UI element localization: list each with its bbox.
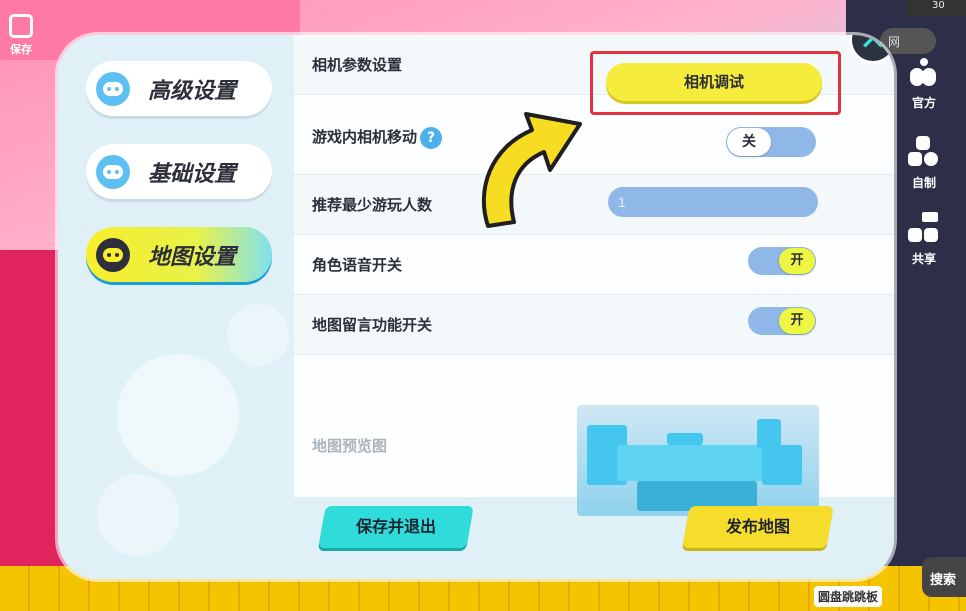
- item-label-text: 圆盘跳跳板: [817, 590, 878, 604]
- right-tool-custom[interactable]: 自制: [896, 134, 952, 191]
- camera-move-toggle[interactable]: 关: [726, 127, 816, 157]
- item-label: 圆盘跳跳板: [813, 586, 882, 607]
- map-preview-image[interactable]: [577, 405, 819, 516]
- top-counter-value: 30: [932, 0, 945, 11]
- save-exit-button[interactable]: 保存并退出: [318, 506, 474, 548]
- pointer-arrow: [481, 112, 582, 228]
- publish-map-label: 发布地图: [725, 517, 790, 536]
- search-label: 搜索: [930, 573, 957, 588]
- character-voice-label: 角色语音开关: [312, 256, 403, 274]
- tab-label: 高级设置: [148, 78, 237, 104]
- publish-map-button[interactable]: 发布地图: [682, 506, 834, 548]
- tab-label: 基础设置: [148, 161, 237, 187]
- character-voice-toggle[interactable]: 开: [748, 247, 816, 275]
- toggle-knob: 开: [779, 248, 815, 274]
- map-preview-label: 地图预览图: [312, 437, 388, 455]
- help-icon[interactable]: ?: [420, 126, 443, 149]
- save-tool-button[interactable]: 保存: [4, 14, 38, 64]
- apple-icon: [906, 54, 942, 90]
- right-tool-label: 共享: [911, 252, 936, 266]
- toggle-knob: 开: [779, 308, 815, 334]
- robot-icon: [96, 154, 130, 189]
- tab-basic-settings[interactable]: 基础设置: [86, 144, 272, 199]
- ingame-camera-move-label-wrap: 游戏内相机移动?: [312, 107, 443, 167]
- robot-icon: [96, 237, 130, 272]
- blocks-icon: [906, 134, 942, 170]
- tab-label: 地图设置: [148, 244, 237, 270]
- share-icon: [906, 210, 942, 246]
- top-counter: 30: [906, 0, 966, 16]
- ingame-camera-move-label: 游戏内相机移动: [312, 128, 418, 146]
- save-tool-label: 保存: [10, 43, 32, 56]
- save-icon: [9, 14, 33, 38]
- camera-params-label: 相机参数设置: [312, 56, 403, 74]
- tab-advanced-settings[interactable]: 高级设置: [86, 61, 272, 116]
- right-tool-share[interactable]: 共享: [896, 210, 952, 267]
- tab-map-settings[interactable]: 地图设置: [86, 227, 272, 282]
- toggle-knob: 关: [727, 128, 771, 156]
- map-message-label: 地图留言功能开关: [312, 316, 433, 334]
- save-exit-label: 保存并退出: [355, 517, 436, 536]
- right-tool-label: 自制: [911, 176, 936, 190]
- search-button[interactable]: 搜索: [922, 557, 966, 597]
- robot-icon: [96, 71, 130, 106]
- min-players-label: 推荐最少游玩人数: [312, 196, 433, 214]
- min-players-input[interactable]: [608, 187, 818, 217]
- camera-debug-button[interactable]: 相机调试: [606, 63, 822, 101]
- right-tool-label: 官方: [911, 96, 936, 110]
- camera-debug-label: 相机调试: [683, 73, 744, 91]
- map-message-toggle[interactable]: 开: [748, 307, 816, 335]
- right-tool-official[interactable]: 官方: [896, 54, 952, 111]
